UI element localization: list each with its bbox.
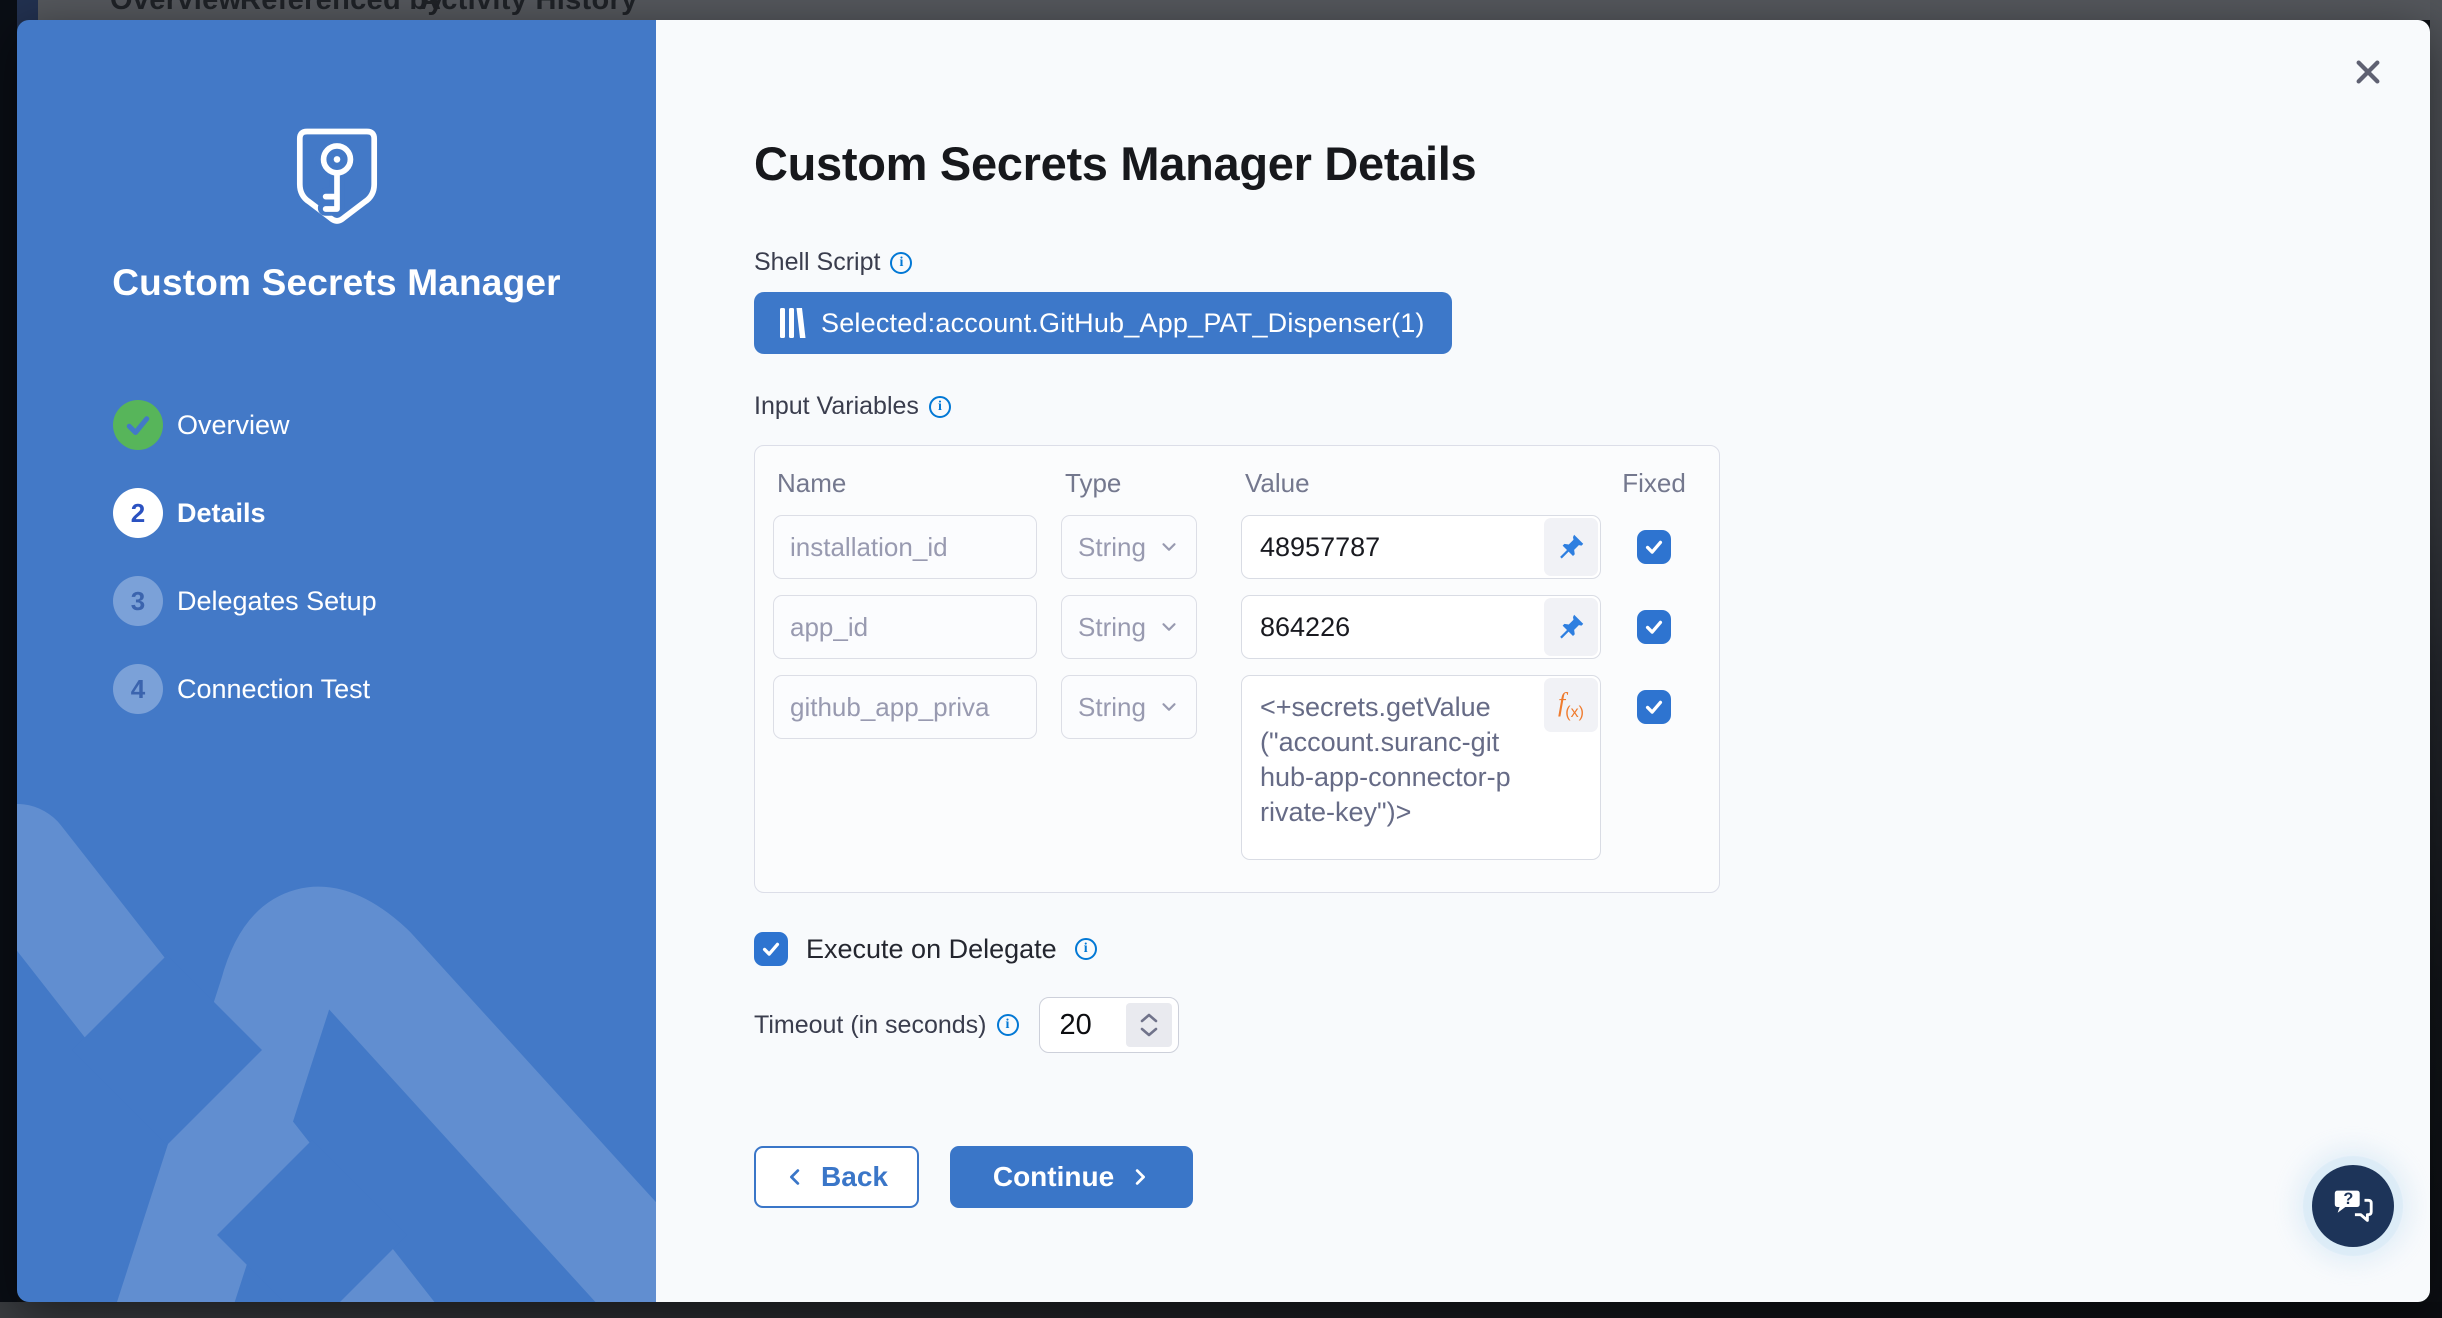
background-left-strip bbox=[0, 0, 17, 1318]
expression-text: <+secrets.getValue("account.suranc-githu… bbox=[1260, 690, 1514, 830]
check-icon bbox=[1643, 696, 1665, 718]
custom-secrets-manager-dialog: Custom Secrets Manager Overview 2 Detail… bbox=[17, 20, 2430, 1302]
table-header-row: Name Type Value Fixed bbox=[773, 468, 1699, 499]
close-icon bbox=[2352, 56, 2384, 88]
background-bottom-strip bbox=[0, 1302, 2442, 1318]
timeout-row: Timeout (in seconds) 20 bbox=[754, 997, 1179, 1053]
chevron-up-icon bbox=[1139, 1012, 1159, 1024]
info-icon[interactable] bbox=[997, 1014, 1019, 1036]
step-overview[interactable]: Overview bbox=[113, 400, 377, 450]
background-right-strip bbox=[2430, 0, 2442, 1318]
chevron-down-icon bbox=[1158, 696, 1180, 718]
help-chat-icon: ? bbox=[2330, 1183, 2376, 1229]
step-delegates-setup[interactable]: 3 Delegates Setup bbox=[113, 576, 377, 626]
fx-expression-icon: f(x) bbox=[1558, 688, 1584, 722]
fixed-checkbox[interactable] bbox=[1637, 690, 1671, 724]
template-library-icon bbox=[778, 307, 806, 339]
variable-value-expression-input[interactable]: <+secrets.getValue("account.suranc-githu… bbox=[1241, 675, 1601, 860]
info-icon[interactable] bbox=[929, 396, 951, 418]
execute-on-delegate-label: Execute on Delegate bbox=[806, 934, 1057, 965]
fixed-value-toggle[interactable] bbox=[1544, 518, 1598, 576]
chevron-down-icon bbox=[1158, 536, 1180, 558]
background-tab-referenced-by[interactable]: Referenced by bbox=[240, 0, 444, 17]
step-label: Delegates Setup bbox=[177, 586, 377, 617]
step-check-icon bbox=[113, 400, 163, 450]
continue-button[interactable]: Continue bbox=[950, 1146, 1193, 1208]
variable-type-select[interactable]: String bbox=[1061, 515, 1197, 579]
info-icon[interactable] bbox=[890, 252, 912, 274]
step-number: 4 bbox=[113, 664, 163, 714]
step-label: Overview bbox=[177, 410, 290, 441]
pin-icon bbox=[1556, 612, 1586, 642]
shell-script-template-chip[interactable]: Selected:account.GitHub_App_PAT_Dispense… bbox=[754, 292, 1452, 354]
step-label: Connection Test bbox=[177, 674, 370, 705]
info-icon[interactable] bbox=[1075, 938, 1097, 960]
execute-on-delegate-row: Execute on Delegate bbox=[754, 932, 1097, 966]
execute-on-delegate-checkbox[interactable] bbox=[754, 932, 788, 966]
variable-name-input[interactable]: installation_id bbox=[773, 515, 1037, 579]
svg-text:?: ? bbox=[2343, 1190, 2353, 1208]
back-button[interactable]: Back bbox=[754, 1146, 919, 1208]
step-number: 3 bbox=[113, 576, 163, 626]
chevron-down-icon bbox=[1158, 616, 1180, 638]
fixed-value-toggle[interactable] bbox=[1544, 598, 1598, 656]
footer-buttons: Back Continue bbox=[754, 1146, 1193, 1208]
column-header-value: Value bbox=[1241, 468, 1601, 499]
table-row: installation_id String 48957787 bbox=[773, 515, 1699, 579]
background-tab-bar: Overview Referenced by Activity History bbox=[0, 0, 2442, 20]
step-label: Details bbox=[177, 498, 266, 529]
fixed-checkbox[interactable] bbox=[1637, 530, 1671, 564]
dialog-content: Custom Secrets Manager Details Shell Scr… bbox=[656, 20, 2430, 1302]
timeout-input[interactable]: 20 bbox=[1039, 997, 1179, 1053]
variable-name-input[interactable]: app_id bbox=[773, 595, 1037, 659]
screen: Overview Referenced by Activity History bbox=[0, 0, 2442, 1318]
chevron-down-icon bbox=[1139, 1026, 1159, 1038]
help-chat-button[interactable]: ? bbox=[2312, 1165, 2394, 1247]
step-number: 2 bbox=[113, 488, 163, 538]
pin-icon bbox=[1556, 532, 1586, 562]
shell-script-label: Shell Script bbox=[754, 248, 912, 277]
variable-value-input[interactable]: 864226 bbox=[1241, 595, 1601, 659]
close-button[interactable] bbox=[2346, 50, 2390, 94]
column-header-name: Name bbox=[773, 468, 1037, 499]
timeout-stepper[interactable] bbox=[1126, 1003, 1172, 1047]
column-header-type: Type bbox=[1061, 468, 1197, 499]
variable-type-select[interactable]: String bbox=[1061, 675, 1197, 739]
expression-toggle[interactable]: f(x) bbox=[1544, 678, 1598, 732]
variable-name-input[interactable]: github_app_priva bbox=[773, 675, 1037, 739]
dialog-title: Custom Secrets Manager Details bbox=[754, 136, 1476, 191]
table-row: github_app_priva String <+secrets.getVal… bbox=[773, 675, 1699, 860]
chevron-right-icon bbox=[1128, 1166, 1150, 1188]
check-icon bbox=[1643, 536, 1665, 558]
check-icon bbox=[760, 938, 782, 960]
shield-key-icon bbox=[275, 116, 399, 240]
variable-type-select[interactable]: String bbox=[1061, 595, 1197, 659]
wizard-steps: Overview 2 Details 3 Delegates Setup 4 C… bbox=[113, 400, 377, 714]
step-connection-test[interactable]: 4 Connection Test bbox=[113, 664, 377, 714]
fixed-checkbox[interactable] bbox=[1637, 610, 1671, 644]
input-variables-table: Name Type Value Fixed installation_id St… bbox=[754, 445, 1720, 893]
timeout-label: Timeout (in seconds) bbox=[754, 1011, 1019, 1040]
wizard-title: Custom Secrets Manager bbox=[17, 262, 656, 304]
step-details[interactable]: 2 Details bbox=[113, 488, 377, 538]
check-icon bbox=[1643, 616, 1665, 638]
selected-template-text: Selected:account.GitHub_App_PAT_Dispense… bbox=[821, 308, 1425, 339]
chevron-left-icon bbox=[785, 1166, 807, 1188]
input-variables-label: Input Variables bbox=[754, 392, 951, 421]
background-tab-activity-history[interactable]: Activity History bbox=[420, 0, 638, 17]
wizard-sidebar: Custom Secrets Manager Overview 2 Detail… bbox=[17, 20, 656, 1302]
variable-value-input[interactable]: 48957787 bbox=[1241, 515, 1601, 579]
background-tab-overview[interactable]: Overview bbox=[110, 0, 241, 17]
column-header-fixed: Fixed bbox=[1609, 468, 1699, 499]
table-row: app_id String 864226 bbox=[773, 595, 1699, 659]
